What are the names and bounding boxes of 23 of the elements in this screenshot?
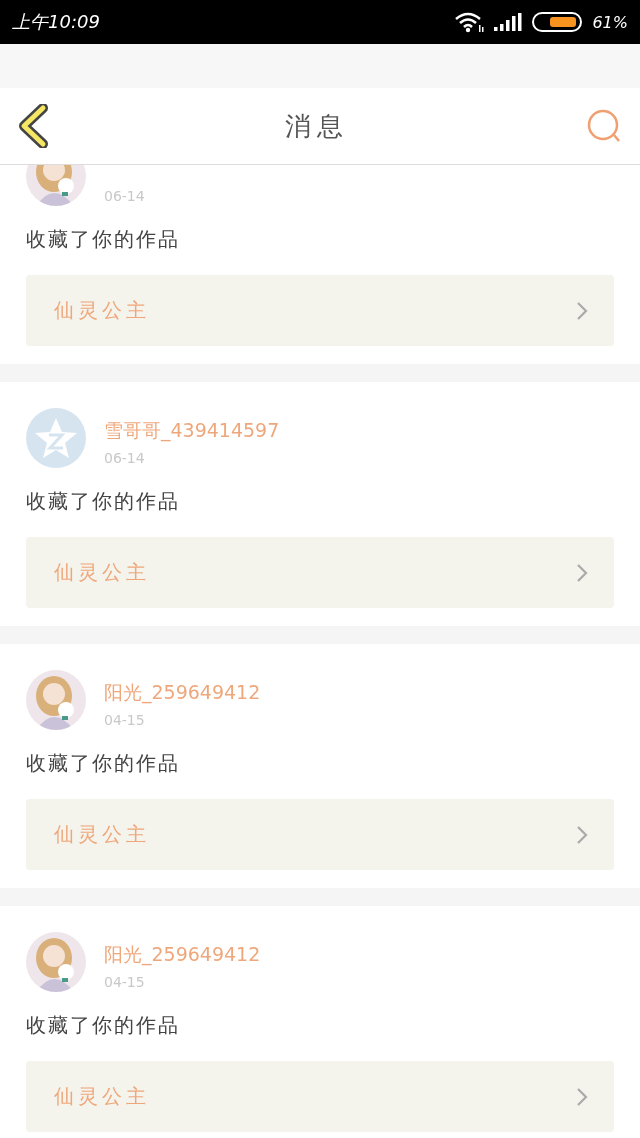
work-link[interactable]: 仙灵公主 xyxy=(26,537,614,608)
message-text: 收藏了你的作品 xyxy=(26,226,180,253)
user-name[interactable]: 雪哥哥_439414597 xyxy=(104,418,280,444)
battery-percentage: 61% xyxy=(592,12,628,32)
default-avatar-icon xyxy=(26,408,86,468)
chevron-icon xyxy=(576,562,588,583)
message-text: 收藏了你的作品 xyxy=(26,488,180,515)
chevron-icon xyxy=(576,300,588,321)
chevron-icon xyxy=(576,824,588,845)
signal-icon xyxy=(494,13,523,31)
wifi-icon xyxy=(454,11,485,33)
page-title: 消息 xyxy=(285,109,349,143)
message-text: 收藏了你的作品 xyxy=(26,750,180,777)
work-link[interactable]: 仙灵公主 xyxy=(26,1061,614,1132)
back-icon[interactable] xyxy=(18,104,48,148)
user-name[interactable]: 阳光_259649412 xyxy=(104,942,261,968)
clock-time: 上午10:09 xyxy=(12,10,100,34)
user-name[interactable]: 阳光_259649412 xyxy=(104,680,261,706)
battery-icon xyxy=(532,12,583,32)
work-link[interactable]: 仙灵公主 xyxy=(26,799,614,870)
work-link[interactable]: 仙灵公主 xyxy=(26,275,614,346)
chevron-icon xyxy=(576,1086,588,1107)
message-text: 收藏了你的作品 xyxy=(26,1012,180,1039)
